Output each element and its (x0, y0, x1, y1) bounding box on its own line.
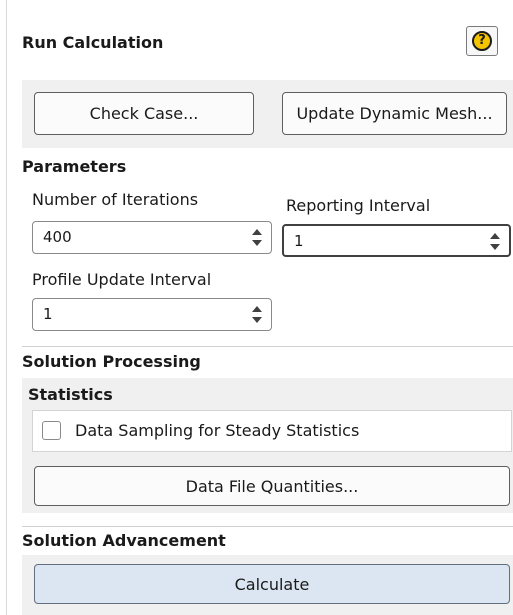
panel-title: Run Calculation (22, 33, 164, 52)
iterations-input[interactable]: 400 (32, 221, 272, 254)
spinner-arrows-icon[interactable] (251, 227, 263, 248)
help-button[interactable]: ? (466, 26, 498, 56)
reporting-interval-label: Reporting Interval (286, 196, 431, 215)
solution-advancement-section-title: Solution Advancement (22, 531, 226, 550)
check-case-button[interactable]: Check Case... (34, 92, 254, 135)
data-sampling-checkbox[interactable] (42, 421, 61, 440)
solution-processing-section-title: Solution Processing (22, 352, 201, 371)
iterations-label: Number of Iterations (32, 190, 199, 209)
reporting-interval-input[interactable]: 1 (282, 224, 511, 257)
left-border (6, 0, 7, 615)
profile-update-interval-label: Profile Update Interval (32, 270, 212, 289)
help-icon: ? (472, 31, 492, 51)
statistics-title: Statistics (28, 385, 113, 404)
divider (22, 526, 513, 527)
update-dynamic-mesh-button[interactable]: Update Dynamic Mesh... (282, 92, 507, 135)
data-sampling-label: Data Sampling for Steady Statistics (75, 421, 360, 440)
parameters-section-title: Parameters (22, 157, 127, 176)
calculate-button[interactable]: Calculate (34, 564, 510, 604)
iterations-value: 400 (43, 228, 72, 246)
profile-update-interval-input[interactable]: 1 (32, 298, 272, 331)
spinner-arrows-icon[interactable] (251, 304, 263, 325)
profile-update-interval-value: 1 (43, 305, 53, 323)
data-file-quantities-button[interactable]: Data File Quantities... (34, 466, 510, 506)
spinner-arrows-icon[interactable] (489, 231, 501, 252)
reporting-interval-value: 1 (294, 232, 304, 250)
divider (22, 346, 513, 347)
